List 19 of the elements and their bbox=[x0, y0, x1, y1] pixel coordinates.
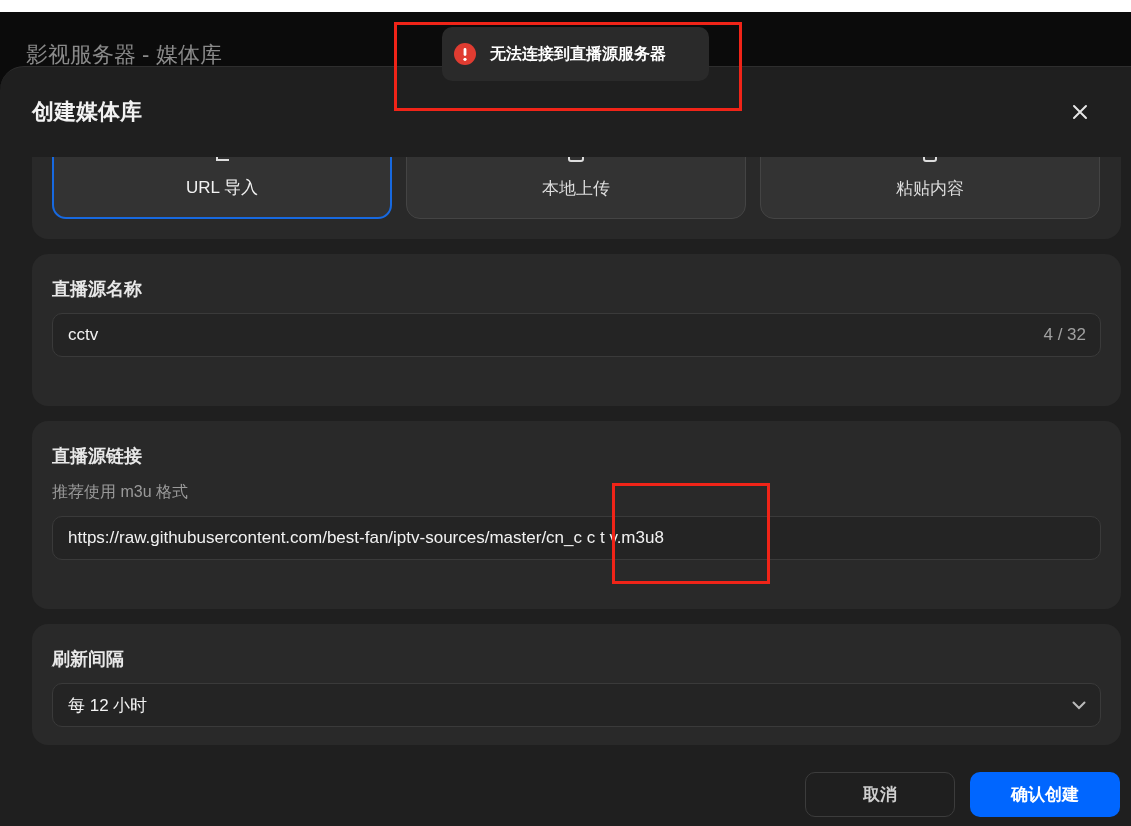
toast-message: 无法连接到直播源服务器 bbox=[490, 43, 666, 64]
source-type-option[interactable]: 本地上传 bbox=[406, 157, 746, 219]
chevron-down-icon bbox=[1072, 700, 1086, 710]
field-hint: 推荐使用 m3u 格式 bbox=[52, 482, 189, 502]
close-button[interactable] bbox=[1070, 102, 1090, 122]
field-label: 直播源名称 bbox=[52, 278, 143, 301]
field-label: 刷新间隔 bbox=[52, 648, 125, 671]
character-counter: 4 / 32 bbox=[1043, 325, 1086, 345]
confirm-button[interactable]: 确认创建 bbox=[970, 772, 1120, 817]
source-type-option[interactable]: URL 导入 bbox=[52, 157, 392, 219]
dropdown[interactable]: 每 12 小时 bbox=[52, 683, 1101, 727]
error-icon bbox=[454, 43, 476, 65]
page-title: 影视服务器 - 媒体库 bbox=[26, 41, 222, 69]
field-label: 直播源链接 bbox=[52, 445, 143, 468]
cancel-button[interactable]: 取消 bbox=[805, 772, 955, 817]
text-field[interactable]: cctv 4 / 32 bbox=[52, 313, 1101, 357]
close-icon bbox=[1072, 104, 1088, 120]
source-type-option[interactable]: 粘贴内容 bbox=[760, 157, 1100, 219]
dialog-title: 创建媒体库 bbox=[32, 98, 142, 126]
